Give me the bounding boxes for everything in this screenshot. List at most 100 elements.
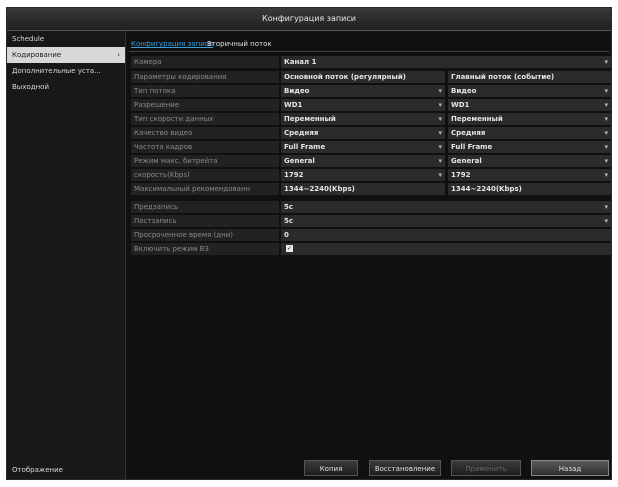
bitrate-mode-row: Режим макс. битрейта General ▾ General ▾	[129, 155, 611, 167]
resolution-value-regular: WD1	[284, 101, 303, 109]
pre-record-row: Предзапись 5с ▾	[129, 201, 611, 213]
frame-rate-value-event: Full Frame	[451, 143, 493, 151]
bitrate-type-label: Тип скорости данных	[131, 113, 279, 125]
encoding-params-label: Параметры кодирования	[131, 71, 279, 83]
bitrate-mode-value-regular: General	[284, 157, 315, 165]
max-recommended-value-regular: 1344~2240(Kbps)	[281, 183, 445, 195]
stream-type-row: Тип потока Видео ▾ Видео ▾	[129, 85, 611, 97]
camera-value: Канал 1	[284, 58, 317, 66]
max-recommended-label: Максимальный рекомендованн	[131, 183, 279, 195]
frame-rate-select-regular[interactable]: Full Frame ▾	[281, 141, 445, 153]
expire-time-row: Просроченное время (дни) 0	[129, 229, 611, 241]
sidebar-item-label: Schedule	[12, 35, 45, 43]
bitrate-mode-value-event: General	[451, 157, 482, 165]
caret-down-icon: ▾	[604, 101, 608, 109]
caret-down-icon: ▾	[604, 157, 608, 165]
window-title: Конфигурация записи	[7, 8, 611, 31]
max-bitrate-value-event: 1792	[451, 171, 471, 179]
apply-button[interactable]: Применить	[451, 460, 521, 476]
frame-rate-label: Частота кадров	[131, 141, 279, 153]
sidebar-item-label: Выходной	[12, 83, 50, 91]
caret-down-icon: ▾	[604, 203, 608, 211]
max-recommended-value-event: 1344~2240(Kbps)	[448, 183, 611, 195]
bitrate-type-select-regular[interactable]: Переменный ▾	[281, 113, 445, 125]
caret-down-icon: ▾	[438, 101, 442, 109]
button-bar: Копия Восстановление Применить Назад	[129, 460, 609, 476]
tab-bar: Конфигурация записи Вторичный поток	[129, 38, 609, 50]
stream-type-label: Тип потока	[131, 85, 279, 97]
sidebar-item-schedule[interactable]: Schedule	[7, 31, 125, 47]
caret-down-icon: ▾	[604, 58, 608, 66]
caret-down-icon: ▾	[604, 115, 608, 123]
max-bitrate-select-regular[interactable]: 1792 ▾	[281, 169, 445, 181]
resolution-row: Разрешение WD1 ▾ WD1 ▾	[129, 99, 611, 111]
pre-record-label: Предзапись	[131, 201, 279, 213]
max-bitrate-row: скорость(Kbps) 1792 ▾ 1792 ▾	[129, 169, 611, 181]
redundant-checkbox[interactable]: ✓	[286, 245, 293, 252]
check-icon: ✓	[286, 245, 293, 252]
bitrate-type-row: Тип скорости данных Переменный ▾ Переменн…	[129, 113, 611, 125]
caret-down-icon: ▾	[438, 143, 442, 151]
main-stream-regular-header: Основной поток (регулярный)	[281, 71, 445, 83]
main-stream-event-header: Главный поток (событие)	[448, 71, 611, 83]
sidebar-item-output[interactable]: Выходной	[7, 79, 125, 95]
max-bitrate-select-event[interactable]: 1792 ▾	[448, 169, 611, 181]
post-record-row: Постзапись 5с ▾	[129, 215, 611, 227]
caret-down-icon: ▾	[604, 217, 608, 225]
frame-rate-row: Частота кадров Full Frame ▾ Full Frame ▾	[129, 141, 611, 153]
bitrate-type-value-regular: Переменный	[284, 115, 336, 123]
post-record-select[interactable]: 5с ▾	[281, 215, 611, 227]
stream-type-select-event[interactable]: Видео ▾	[448, 85, 611, 97]
max-recommended-row: Максимальный рекомендованн 1344~2240(Kbp…	[129, 183, 611, 195]
caret-down-icon: ▾	[438, 157, 442, 165]
redundant-row: Включить режим ВЗ ✓	[129, 243, 611, 255]
sidebar-item-label: Кодирование	[12, 51, 62, 59]
post-record-label: Постзапись	[131, 215, 279, 227]
caret-down-icon: ▾	[438, 87, 442, 95]
sidebar-item-advanced[interactable]: Дополнительные уста...	[7, 63, 125, 79]
expire-time-input[interactable]: 0	[281, 229, 611, 241]
record-config-window: Конфигурация записи Schedule Кодирование…	[6, 7, 612, 480]
post-record-value: 5с	[284, 217, 294, 225]
camera-select[interactable]: Канал 1 ▾	[281, 56, 611, 68]
sidebar: Schedule Кодирование › Дополнительные ус…	[7, 31, 126, 479]
resolution-select-regular[interactable]: WD1 ▾	[281, 99, 445, 111]
caret-down-icon: ▾	[604, 171, 608, 179]
bitrate-mode-select-regular[interactable]: General ▾	[281, 155, 445, 167]
tab-sub-stream[interactable]: Вторичный поток	[207, 38, 272, 50]
resolution-label: Разрешение	[131, 99, 279, 111]
back-button[interactable]: Назад	[531, 460, 609, 476]
tab-divider	[129, 51, 609, 52]
tab-record-config[interactable]: Конфигурация записи	[131, 38, 213, 50]
encoding-params-row: Параметры кодирования Основной поток (ре…	[129, 71, 611, 83]
max-bitrate-value-regular: 1792	[284, 171, 304, 179]
stream-type-value-regular: Видео	[284, 87, 310, 95]
bitrate-mode-select-event[interactable]: General ▾	[448, 155, 611, 167]
sidebar-item-encoding[interactable]: Кодирование ›	[7, 47, 125, 63]
stream-type-select-regular[interactable]: Видео ▾	[281, 85, 445, 97]
chevron-right-icon: ›	[117, 51, 120, 59]
frame-rate-select-event[interactable]: Full Frame ▾	[448, 141, 611, 153]
pre-record-value: 5с	[284, 203, 294, 211]
caret-down-icon: ▾	[604, 129, 608, 137]
restore-button[interactable]: Восстановление	[369, 460, 441, 476]
bitrate-type-select-event[interactable]: Переменный ▾	[448, 113, 611, 125]
max-bitrate-label: скорость(Kbps)	[131, 169, 279, 181]
caret-down-icon: ▾	[604, 87, 608, 95]
resolution-select-event[interactable]: WD1 ▾	[448, 99, 611, 111]
expire-time-label: Просроченное время (дни)	[131, 229, 279, 241]
sidebar-footer-label[interactable]: Отображение	[12, 466, 63, 474]
redundant-label: Включить режим ВЗ	[131, 243, 279, 255]
camera-label: Камера	[131, 56, 279, 68]
redundant-field	[281, 243, 611, 255]
sidebar-item-label: Дополнительные уста...	[12, 67, 101, 75]
pre-record-select[interactable]: 5с ▾	[281, 201, 611, 213]
video-quality-select-regular[interactable]: Средняя ▾	[281, 127, 445, 139]
bitrate-mode-label: Режим макс. битрейта	[131, 155, 279, 167]
caret-down-icon: ▾	[438, 129, 442, 137]
video-quality-row: Качество видео Средняя ▾ Средняя ▾	[129, 127, 611, 139]
main-panel: Конфигурация записи Вторичный поток Каме…	[129, 38, 611, 478]
video-quality-select-event[interactable]: Средняя ▾	[448, 127, 611, 139]
camera-row: Камера Канал 1 ▾	[129, 56, 611, 68]
copy-button[interactable]: Копия	[304, 460, 358, 476]
